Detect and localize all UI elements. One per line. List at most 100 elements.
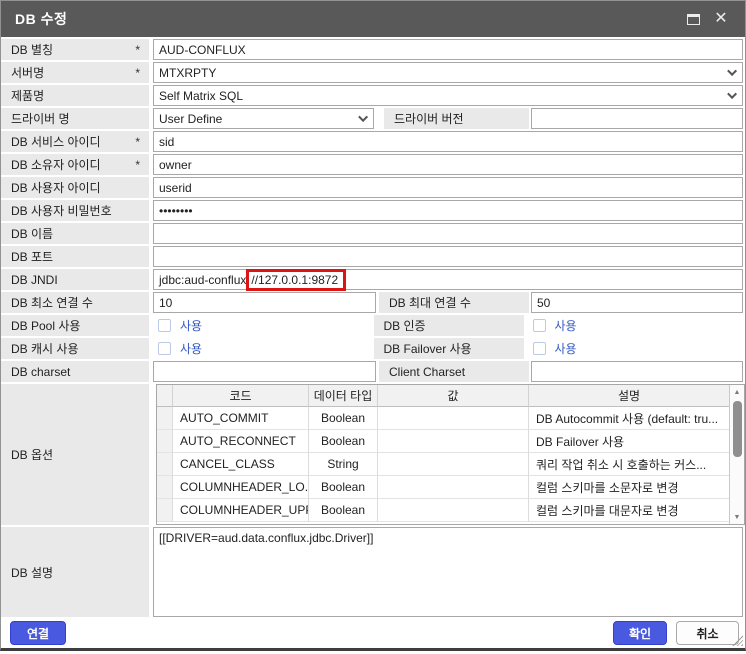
chevron-down-icon xyxy=(727,66,737,76)
db-password-input[interactable] xyxy=(153,200,743,221)
db-owner-id-label: DB 소유자 아이디* xyxy=(1,154,149,175)
driver-version-label: 드라이버 버전 xyxy=(384,108,529,129)
db-charset-input[interactable] xyxy=(153,361,376,382)
db-description-textarea[interactable]: [[DRIVER=aud.data.conflux.jdbc.Driver]] xyxy=(153,527,743,617)
cell-desc: 쿼리 작업 취소 시 호출하는 커스... xyxy=(529,453,729,476)
form-row-conn-count: DB 최소 연결 수 DB 최대 연결 수 xyxy=(1,292,745,313)
table-row[interactable]: AUTO_RECONNECT Boolean DB Failover 사용 xyxy=(157,430,729,453)
form-row-charset: DB charset Client Charset xyxy=(1,361,745,382)
close-icon: ✕ xyxy=(714,11,727,27)
db-failover-checkbox-label: 사용 xyxy=(555,340,577,357)
db-jndi-input[interactable]: jdbc:aud-conflux //127.0.0.1:9872 xyxy=(153,269,743,290)
db-name-label: DB 이름 xyxy=(1,223,149,244)
db-user-id-label: DB 사용자 아이디 xyxy=(1,177,149,198)
db-pool-field: 사용 xyxy=(153,315,371,336)
options-grid-header: 코드 데이터 타입 값 설명 xyxy=(157,385,729,407)
product-name-select[interactable]: Self Matrix SQL xyxy=(153,85,743,106)
db-cache-label: DB 캐시 사용 xyxy=(1,338,149,359)
driver-version-input[interactable] xyxy=(531,108,743,129)
db-password-label: DB 사용자 비밀번호 xyxy=(1,200,149,221)
form-row-pool-auth: DB Pool 사용 사용 DB 인증 사용 xyxy=(1,315,745,336)
cell-code: AUTO_RECONNECT xyxy=(173,430,309,453)
row-selector xyxy=(157,407,173,430)
db-cache-checkbox-label: 사용 xyxy=(180,340,202,357)
form-row-product-name: 제품명 Self Matrix SQL xyxy=(1,85,745,106)
form-row-service-id: DB 서비스 아이디* xyxy=(1,131,745,152)
required-mark: * xyxy=(135,158,140,172)
chevron-down-icon xyxy=(358,112,368,122)
db-description-section: DB 설명 [[DRIVER=aud.data.conflux.jdbc.Dri… xyxy=(1,527,745,617)
db-alias-label: DB 별칭* xyxy=(1,39,149,60)
db-port-label: DB 포트 xyxy=(1,246,149,267)
titlebar: DB 수정 ✕ xyxy=(1,1,745,37)
client-charset-input[interactable] xyxy=(531,361,743,382)
scroll-up-icon[interactable]: ▲ xyxy=(730,385,744,399)
db-failover-field: 사용 xyxy=(528,338,746,359)
db-auth-checkbox[interactable] xyxy=(533,319,546,332)
required-mark: * xyxy=(135,135,140,149)
column-header-desc[interactable]: 설명 xyxy=(529,385,729,407)
form-area: DB 별칭* 서버명* MTXRPTY 제품명 Self Matrix SQL … xyxy=(1,37,745,617)
db-cache-checkbox[interactable] xyxy=(158,342,171,355)
column-header-type[interactable]: 데이터 타입 xyxy=(309,385,378,407)
column-header-code[interactable]: 코드 xyxy=(173,385,309,407)
db-port-input[interactable] xyxy=(153,246,743,267)
db-pool-checkbox-label: 사용 xyxy=(180,317,202,334)
scroll-down-icon[interactable]: ▼ xyxy=(730,510,744,524)
db-service-id-input[interactable] xyxy=(153,131,743,152)
footer: 연결 확인 취소 xyxy=(1,619,745,647)
form-row-db-port: DB 포트 xyxy=(1,246,745,267)
cell-value[interactable] xyxy=(378,430,529,453)
db-charset-label: DB charset xyxy=(1,361,149,382)
driver-name-select[interactable]: User Define xyxy=(153,108,374,129)
db-user-id-input[interactable] xyxy=(153,177,743,198)
row-selector-header xyxy=(157,385,173,407)
db-failover-checkbox[interactable] xyxy=(533,342,546,355)
db-cache-field: 사용 xyxy=(153,338,371,359)
table-row[interactable]: AUTO_COMMIT Boolean DB Autocommit 사용 (de… xyxy=(157,407,729,430)
close-button[interactable]: ✕ xyxy=(707,6,735,32)
db-options-section: DB 옵션 코드 데이터 타입 값 설명 AUTO_COMMIT Boolean xyxy=(1,384,745,525)
db-min-conn-input[interactable] xyxy=(153,292,376,313)
cell-type: Boolean xyxy=(309,407,378,430)
cell-value[interactable] xyxy=(378,499,529,522)
ok-button[interactable]: 확인 xyxy=(613,621,667,645)
cell-code: CANCEL_CLASS xyxy=(173,453,309,476)
cell-value[interactable] xyxy=(378,407,529,430)
chevron-down-icon xyxy=(727,89,737,99)
db-failover-label: DB Failover 사용 xyxy=(374,338,524,359)
options-grid: 코드 데이터 타입 값 설명 AUTO_COMMIT Boolean DB Au… xyxy=(156,384,745,525)
table-scrollbar[interactable]: ▲ ▼ xyxy=(729,385,744,524)
db-min-conn-label: DB 최소 연결 수 xyxy=(1,292,149,313)
required-mark: * xyxy=(135,43,140,57)
form-row-user-id: DB 사용자 아이디 xyxy=(1,177,745,198)
server-name-select[interactable]: MTXRPTY xyxy=(153,62,743,83)
client-charset-label: Client Charset xyxy=(379,361,529,382)
scrollbar-thumb[interactable] xyxy=(733,401,742,457)
form-row-db-name: DB 이름 xyxy=(1,223,745,244)
cell-value[interactable] xyxy=(378,453,529,476)
column-header-value[interactable]: 값 xyxy=(378,385,529,407)
db-pool-checkbox[interactable] xyxy=(158,319,171,332)
form-row-cache-failover: DB 캐시 사용 사용 DB Failover 사용 사용 xyxy=(1,338,745,359)
cell-code: COLUMNHEADER_UPP... xyxy=(173,499,309,522)
db-options-label: DB 옵션 xyxy=(1,384,149,525)
db-name-input[interactable] xyxy=(153,223,743,244)
maximize-button[interactable] xyxy=(679,6,707,32)
db-alias-input[interactable] xyxy=(153,39,743,60)
jndi-value-prefix: jdbc:aud-conflux xyxy=(159,273,246,287)
cell-desc: 컬럼 스키마를 대문자로 변경 xyxy=(529,499,729,522)
table-row[interactable]: COLUMNHEADER_LO... Boolean 컬럼 스키마를 소문자로 … xyxy=(157,476,729,499)
row-selector xyxy=(157,453,173,476)
db-owner-id-input[interactable] xyxy=(153,154,743,175)
cell-type: Boolean xyxy=(309,476,378,499)
row-selector xyxy=(157,499,173,522)
cell-value[interactable] xyxy=(378,476,529,499)
table-row[interactable]: COLUMNHEADER_UPP... Boolean 컬럼 스키마를 대문자로… xyxy=(157,499,729,522)
db-auth-checkbox-label: 사용 xyxy=(555,317,577,334)
db-max-conn-input[interactable] xyxy=(531,292,743,313)
table-row[interactable]: CANCEL_CLASS String 쿼리 작업 취소 시 호출하는 커스..… xyxy=(157,453,729,476)
jndi-highlight-annotation: //127.0.0.1:9872 xyxy=(246,269,346,291)
connect-button[interactable]: 연결 xyxy=(10,621,66,645)
cancel-button[interactable]: 취소 xyxy=(676,621,739,645)
